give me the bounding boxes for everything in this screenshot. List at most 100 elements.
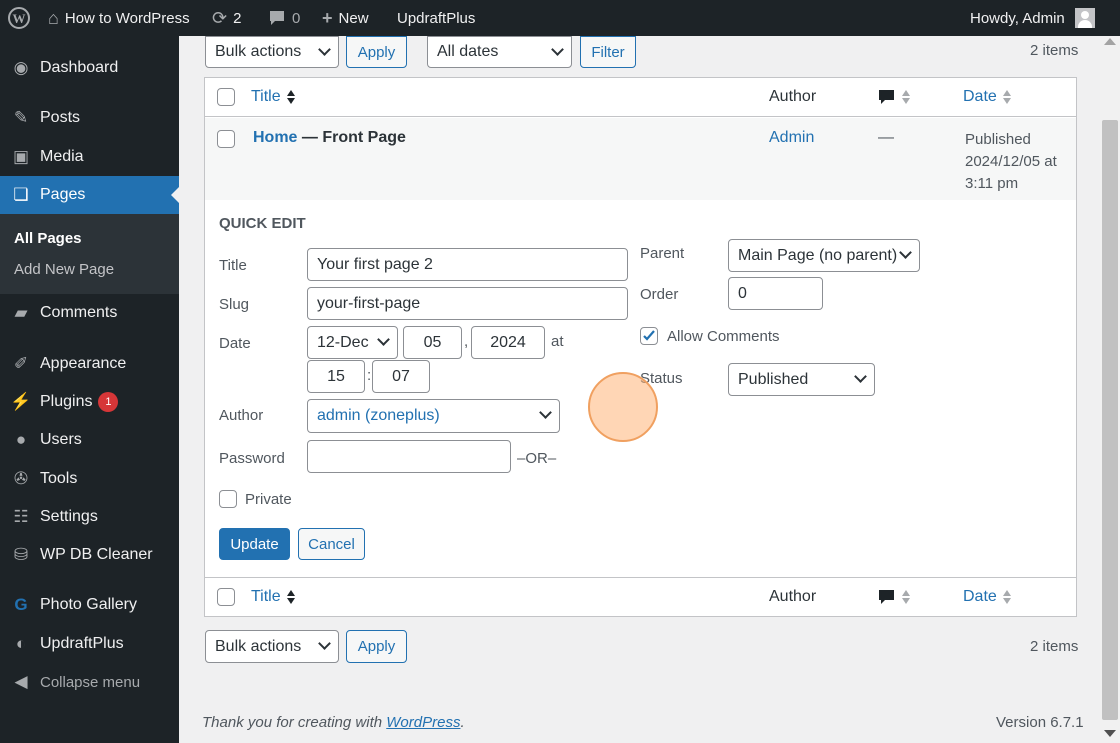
parent-select[interactable]: Main Page (no parent) <box>728 239 920 272</box>
cancel-button[interactable]: Cancel <box>298 528 365 560</box>
password-input[interactable] <box>307 440 511 473</box>
new-label: New <box>338 9 369 27</box>
pages-icon: ❏ <box>13 185 29 204</box>
user-icon: ● <box>15 430 27 449</box>
quick-edit-heading: QUICK EDIT <box>219 215 306 232</box>
scrollbar-thumb[interactable] <box>1102 120 1118 720</box>
wordpress-logo-icon[interactable]: W <box>8 0 30 36</box>
menu-wp-db-cleaner[interactable]: ⛁ WP DB Cleaner <box>0 536 179 574</box>
updraftplus-link[interactable]: UpdraftPlus <box>397 0 475 36</box>
scroll-down-arrow-icon[interactable] <box>1104 730 1116 737</box>
chevron-down-icon <box>854 370 867 383</box>
comments-column-sort-bottom[interactable] <box>878 588 910 606</box>
menu-label: Pages <box>40 186 86 203</box>
menu-tools[interactable]: ✇ Tools <box>0 460 179 498</box>
sort-arrows-icon <box>902 590 910 604</box>
home-icon: ⌂ <box>48 8 59 28</box>
site-name-link[interactable]: ⌂ How to WordPress <box>48 0 190 36</box>
title-input[interactable]: Your first page 2 <box>307 248 628 281</box>
select-all-checkbox-top[interactable] <box>217 88 235 106</box>
update-button[interactable]: Update <box>219 528 290 560</box>
minute-input[interactable]: 07 <box>372 360 430 393</box>
click-highlight-indicator <box>588 372 658 442</box>
footer-version: Version 6.7.1 <box>996 714 1084 731</box>
bulk-actions-select-bottom[interactable]: Bulk actions <box>205 630 339 663</box>
comment-bubble-icon <box>879 590 894 604</box>
filter-button[interactable]: Filter <box>580 36 636 68</box>
menu-appearance[interactable]: ✐ Appearance <box>0 345 179 383</box>
author-label: Author <box>219 407 264 424</box>
sort-arrows-icon <box>902 90 910 104</box>
year-input[interactable]: 2024 <box>471 326 545 359</box>
date-column-sort[interactable]: Date <box>963 88 1011 106</box>
title-column-label: Title <box>251 88 281 105</box>
time-colon: : <box>367 367 372 384</box>
hour-input[interactable]: 15 <box>307 360 365 393</box>
menu-comments[interactable]: ▰ Comments <box>0 294 179 332</box>
row-title-link[interactable]: Home <box>253 129 297 146</box>
date-filter-value: All dates <box>437 43 499 60</box>
title-column-sort-bottom[interactable]: Title <box>251 588 295 606</box>
comments-column-sort[interactable] <box>878 88 910 106</box>
menu-plugins[interactable]: ⚡ Plugins 1 <box>0 383 179 421</box>
submenu-add-new-page[interactable]: Add New Page <box>14 261 114 278</box>
private-checkbox[interactable] <box>219 490 237 508</box>
database-icon: ⛁ <box>13 545 29 564</box>
apply-button-top[interactable]: Apply <box>346 36 407 68</box>
slug-input[interactable]: your-first-page <box>307 287 628 320</box>
bulk-actions-value: Bulk actions <box>215 637 302 655</box>
month-select[interactable]: 12-Dec <box>307 326 398 359</box>
sort-arrows-icon <box>1002 589 1011 604</box>
row-author-link[interactable]: Admin <box>769 129 814 147</box>
footer-period: . <box>460 714 465 731</box>
sort-arrows-icon <box>1002 89 1011 104</box>
order-input[interactable]: 0 <box>728 277 823 310</box>
author-select[interactable]: admin (zoneplus) <box>307 399 560 433</box>
apply-button-bottom[interactable]: Apply <box>346 630 407 663</box>
collapse-arrow-icon: ◀ <box>14 672 28 691</box>
status-select[interactable]: Published <box>728 363 875 396</box>
menu-pages[interactable]: ❏ Pages <box>0 176 179 214</box>
collapse-menu-button[interactable]: ◀ Collapse menu <box>0 663 179 701</box>
menu-label: Appearance <box>40 355 127 372</box>
day-input[interactable]: 05 <box>403 326 462 359</box>
menu-users[interactable]: ● Users <box>0 421 179 459</box>
menu-label: WP DB Cleaner <box>40 546 153 563</box>
updates-link[interactable]: ⟳ 2 <box>212 0 241 36</box>
title-column-sort[interactable]: Title <box>251 88 295 106</box>
menu-dashboard[interactable]: ◉ Dashboard <box>0 49 179 87</box>
menu-photo-gallery[interactable]: G Photo Gallery <box>0 586 179 624</box>
menu-media[interactable]: ▣ Media <box>0 138 179 176</box>
new-content-link[interactable]: + New <box>322 0 369 36</box>
updraftplus-logo-icon: ◐ <box>15 634 27 653</box>
status-value: Published <box>738 370 809 388</box>
my-account-link[interactable]: Howdy, Admin <box>970 0 1095 36</box>
menu-posts[interactable]: ✎ Posts <box>0 99 179 137</box>
updates-count: 2 <box>233 9 242 27</box>
menu-updraftplus[interactable]: ◐ UpdraftPlus <box>0 625 179 663</box>
row-checkbox[interactable] <box>217 130 235 148</box>
menu-settings[interactable]: ☷ Settings <box>0 498 179 536</box>
author-value: admin (zoneplus) <box>317 407 440 424</box>
comments-link[interactable]: 0 <box>268 0 300 36</box>
chevron-down-icon <box>899 246 912 259</box>
row-date-time: 3:11 pm <box>965 175 1019 192</box>
settings-sliders-icon: ☷ <box>13 507 29 526</box>
plugins-label: Plugins <box>40 393 93 411</box>
date-filter-select[interactable]: All dates <box>427 36 572 68</box>
select-all-checkbox-bottom[interactable] <box>217 588 235 606</box>
sort-arrows-icon <box>286 589 295 604</box>
scroll-up-arrow-icon[interactable] <box>1104 38 1116 45</box>
plug-icon: ⚡ <box>10 392 32 411</box>
wordpress-link[interactable]: WordPress <box>386 714 460 731</box>
items-count-top: 2 items <box>1030 42 1079 59</box>
date-column-label: Date <box>963 88 997 105</box>
menu-label: Media <box>40 148 84 165</box>
menu-label: Photo Gallery <box>40 596 137 613</box>
submenu-all-pages[interactable]: All Pages <box>14 230 82 247</box>
allow-comments-checkbox[interactable] <box>640 327 658 345</box>
date-column-sort-bottom[interactable]: Date <box>963 588 1011 606</box>
bulk-actions-select-top[interactable]: Bulk actions <box>205 36 339 68</box>
comment-bubble-icon <box>270 11 284 25</box>
menu-label: Settings <box>40 508 98 525</box>
